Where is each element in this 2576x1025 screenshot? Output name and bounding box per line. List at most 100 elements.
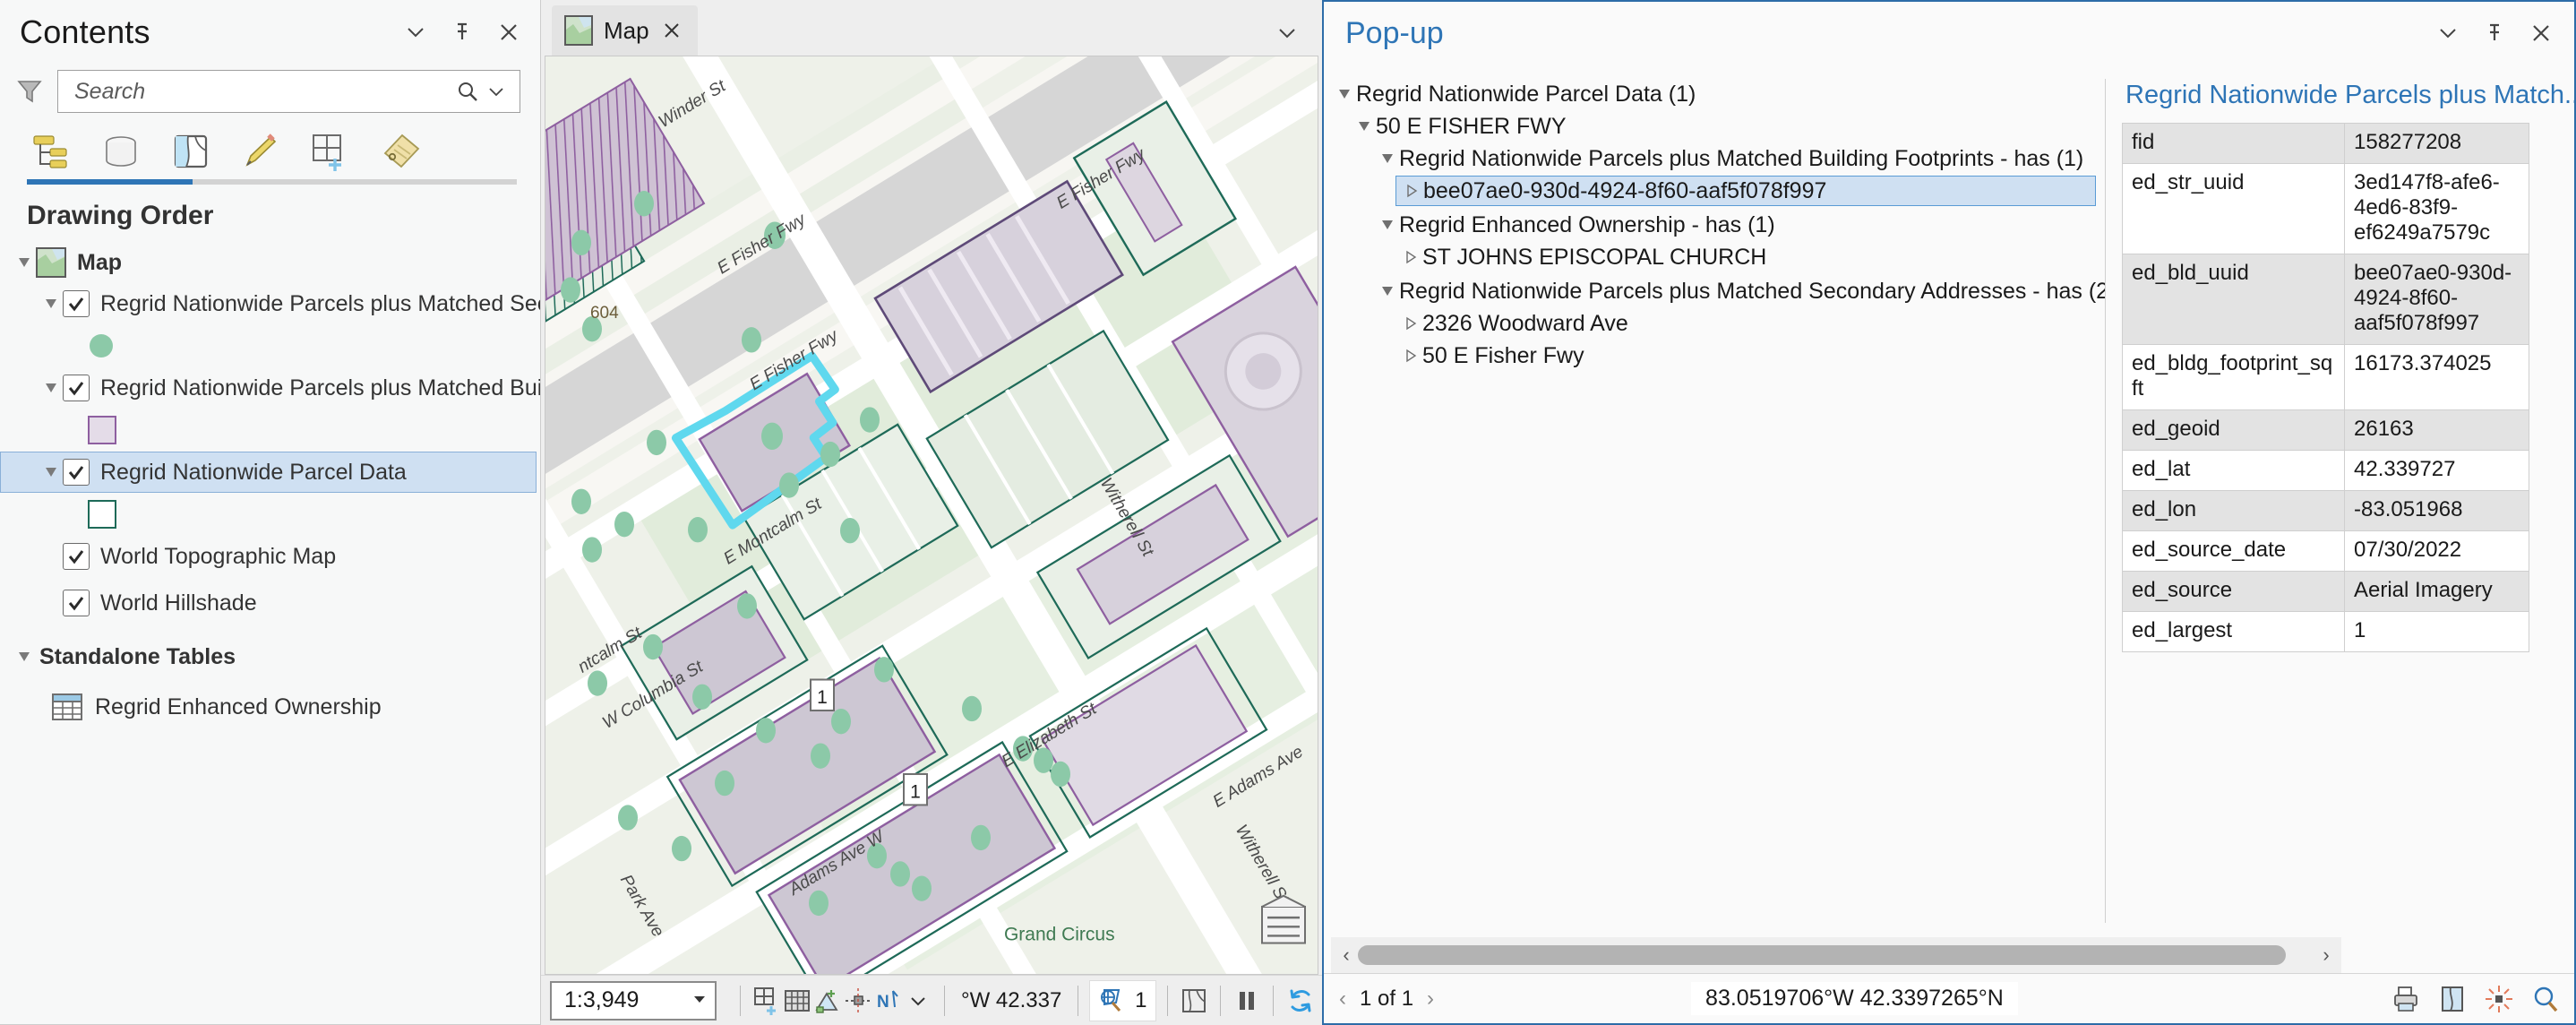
close-icon[interactable] [2528, 20, 2555, 47]
chevron-down-icon[interactable] [402, 19, 429, 46]
list-by-data-source-icon[interactable] [97, 128, 145, 175]
search-icon[interactable] [453, 77, 482, 106]
svg-text:N: N [877, 993, 889, 1012]
search-options-chevron-icon[interactable] [482, 77, 511, 106]
list-by-editing-icon[interactable] [236, 128, 285, 175]
chevron-down-icon[interactable] [691, 987, 708, 1013]
map-extent-icon[interactable] [1179, 983, 1209, 1019]
polygon-symbol-swatch [88, 416, 116, 444]
next-record-icon[interactable]: › [1421, 986, 1440, 1012]
popup-tree-row[interactable]: 2326 Woodward Ave [1329, 308, 2105, 339]
expander-triangle-icon[interactable] [39, 452, 63, 493]
tab-map-label: Map [604, 16, 649, 44]
list-by-drawing-order-icon[interactable] [27, 128, 75, 175]
expander-triangle-collapsed-icon[interactable] [1399, 340, 1422, 371]
popup-tree-label: Regrid Nationwide Parcel Data (1) [1356, 81, 1696, 107]
tab-map[interactable]: Map [552, 5, 698, 56]
layer-checkbox-2[interactable] [63, 459, 90, 486]
map-render: Winder St E Fisher Fwy E Fisher Fwy E Fi… [545, 56, 1318, 974]
divider [1273, 985, 1274, 1016]
list-by-labeling-icon[interactable] [376, 128, 425, 175]
popup-tree-row[interactable]: ST JOHNS EPISCOPAL CHURCH [1329, 242, 2105, 272]
popup-tree-row[interactable]: 50 E FISHER FWY [1329, 111, 2105, 142]
basemap-checkbox-0[interactable] [63, 543, 90, 570]
grid-icon[interactable] [782, 983, 812, 1019]
search-input[interactable] [73, 77, 453, 106]
layer-checkbox-0[interactable] [63, 290, 90, 317]
close-icon[interactable] [495, 19, 522, 46]
popup-tree-row[interactable]: 50 E Fisher Fwy [1329, 340, 2105, 371]
print-icon[interactable] [2390, 983, 2422, 1015]
previous-record-icon[interactable]: ‹ [1333, 986, 1352, 1012]
divider [739, 985, 741, 1016]
expander-triangle-collapsed-icon[interactable] [1400, 176, 1423, 206]
scalebar-icon[interactable] [843, 983, 873, 1019]
list-by-selection-icon[interactable] [167, 128, 215, 175]
tree-item-map[interactable]: Map [0, 242, 540, 283]
map-scale-combo[interactable]: 1:3,949 [550, 980, 717, 1021]
attribute-key: ed_source_date [2122, 530, 2345, 572]
pause-icon[interactable] [1232, 983, 1262, 1019]
attribute-value: Aerial Imagery [2344, 571, 2529, 612]
map-scale-value: 1:3,949 [564, 987, 640, 1012]
contents-listby-toolbar [0, 115, 540, 179]
expander-triangle-icon[interactable] [1352, 111, 1376, 142]
popup-tree-row[interactable]: Regrid Enhanced Ownership - has (1) [1329, 210, 2105, 240]
north-arrow-icon[interactable]: N [873, 983, 904, 1019]
scrollbar-thumb[interactable] [1358, 945, 2286, 965]
expander-triangle-collapsed-icon[interactable] [1399, 242, 1422, 272]
filter-icon[interactable] [14, 76, 45, 107]
chevron-down-icon[interactable] [1274, 20, 1301, 47]
measure-icon[interactable] [812, 983, 843, 1019]
standalone-tables-row[interactable]: Standalone Tables [0, 636, 540, 677]
layer-label-0: Regrid Nationwide Parcels plus Matched S… [100, 290, 540, 316]
expander-triangle-icon[interactable] [39, 367, 63, 409]
table-row: ed_bld_uuid bee07ae0-930d-4924-8f60-aaf5… [2122, 254, 2529, 345]
standalone-table-row-0[interactable]: Regrid Enhanced Ownership [0, 686, 540, 728]
popup-tree-row[interactable]: Regrid Nationwide Parcels plus Matched B… [1329, 143, 2105, 174]
attribute-value: -83.051968 [2344, 490, 2529, 531]
add-grid-icon[interactable] [751, 983, 782, 1019]
basemap-row-1[interactable]: World Hillshade [0, 582, 540, 624]
layer-row-1[interactable]: Regrid Nationwide Parcels plus Matched B… [0, 367, 540, 409]
popup-tree-row[interactable]: Regrid Nationwide Parcels plus Matched S… [1329, 276, 2105, 306]
expander-triangle-collapsed-icon[interactable] [1399, 308, 1422, 339]
listby-tab-indicator [27, 179, 517, 185]
basemap-checkbox-1[interactable] [63, 590, 90, 616]
popup-tree-row[interactable]: Regrid Nationwide Parcel Data (1) [1329, 79, 2105, 109]
scroll-right-icon[interactable]: › [2314, 942, 2338, 969]
chevron-down-icon[interactable] [904, 983, 933, 1019]
layer-checkbox-1[interactable] [63, 375, 90, 401]
magnifier-icon[interactable] [2529, 983, 2562, 1015]
close-icon[interactable] [660, 19, 683, 42]
table-row: ed_source_date 07/30/2022 [2122, 530, 2529, 572]
pin-icon[interactable] [2481, 20, 2508, 47]
expander-triangle-icon[interactable] [1333, 79, 1356, 109]
layer-row-0[interactable]: Regrid Nationwide Parcels plus Matched S… [0, 283, 540, 324]
layer-row-2[interactable]: Regrid Nationwide Parcel Data [0, 452, 537, 493]
map-thumbnail-icon [564, 15, 593, 46]
expander-triangle-icon[interactable] [39, 283, 63, 324]
scroll-left-icon[interactable]: ‹ [1335, 942, 1358, 969]
selection-count[interactable]: 1 [1089, 979, 1157, 1021]
map-canvas[interactable]: Winder St E Fisher Fwy E Fisher Fwy E Fi… [545, 56, 1318, 975]
expander-triangle-icon[interactable] [1376, 276, 1399, 306]
expander-triangle-icon[interactable] [13, 636, 36, 677]
popup-tree-row-selected[interactable]: bee07ae0-930d-4924-8f60-aaf5f078f997 [1395, 176, 2096, 206]
search-box[interactable] [57, 70, 520, 113]
chevron-down-icon[interactable] [2434, 20, 2461, 47]
expander-triangle-icon[interactable] [1376, 143, 1399, 174]
flash-icon[interactable] [2483, 983, 2515, 1015]
list-by-snapping-icon[interactable] [306, 128, 355, 175]
map-coordinate-readout: °W 42.337 [960, 987, 1062, 1012]
scrollbar-track[interactable] [1358, 945, 2314, 965]
expander-triangle-icon[interactable] [1376, 210, 1399, 240]
pin-icon[interactable] [449, 19, 476, 46]
polygon-symbol-swatch [88, 500, 116, 529]
expander-triangle-icon[interactable] [13, 242, 36, 283]
selection-zoom-icon[interactable] [1094, 983, 1129, 1019]
basemap-row-0[interactable]: World Topographic Map [0, 536, 540, 577]
popup-horizontal-scrollbar[interactable]: ‹ › [1331, 937, 2341, 973]
zoom-to-icon[interactable] [2436, 983, 2469, 1015]
refresh-icon[interactable] [1284, 983, 1317, 1019]
